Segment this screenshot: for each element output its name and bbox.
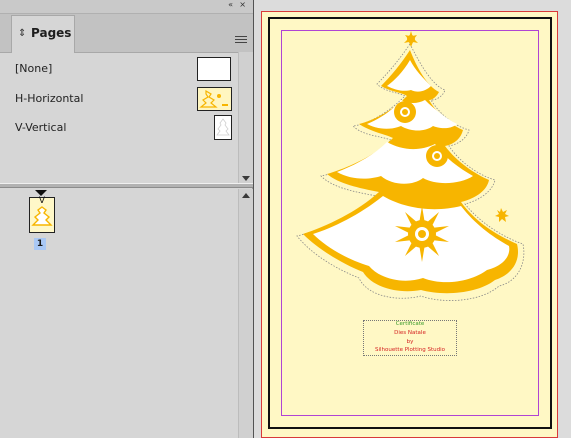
page-number-label[interactable]: 1 [34, 238, 46, 250]
master-thumbnail-none[interactable] [197, 57, 231, 81]
text-line-3: by [406, 339, 414, 345]
star-top-icon [404, 31, 418, 47]
tab-pages-label: Pages [31, 26, 72, 40]
master-thumbnail-horizontal[interactable] [197, 87, 232, 111]
tree-mini-icon [31, 206, 53, 226]
master-thumbnail-vertical[interactable] [214, 115, 232, 140]
master-label-none: [None] [15, 62, 53, 75]
panel-menu-icon[interactable] [235, 36, 247, 45]
christmas-tree-artwork[interactable] [281, 20, 539, 320]
tree-thumbnail-icon [199, 89, 228, 108]
page-thumbnail-1[interactable]: V [29, 196, 55, 233]
panel-section-divider[interactable] [0, 183, 253, 188]
tree-outline-thumbnail-icon [216, 118, 230, 136]
certificate-text-frame[interactable]: Certificate Dies Natale by Silhouette Pl… [363, 320, 457, 356]
star-side-icon [495, 208, 509, 222]
tab-pages[interactable]: ⇕ Pages [11, 15, 75, 53]
masters-scrollbar[interactable] [238, 52, 253, 184]
pages-panel: « × ⇕ Pages [None] H-Horizontal V-Vertic… [0, 0, 253, 438]
close-panel-button[interactable]: × [239, 0, 246, 9]
collapse-panel-button[interactable]: « [228, 0, 233, 9]
master-row-vertical[interactable]: V-Vertical [0, 113, 238, 143]
master-label-vertical: V-Vertical [15, 121, 67, 134]
ornament-upper-icon [394, 101, 416, 123]
expand-collapse-icon: ⇕ [18, 28, 27, 39]
master-row-horizontal[interactable]: H-Horizontal [0, 84, 238, 114]
pages-scrollbar[interactable] [238, 189, 253, 438]
text-line-1: Certificate [395, 321, 425, 327]
master-label-horizontal: H-Horizontal [15, 92, 84, 105]
panel-title-bar: « × [0, 0, 253, 14]
scroll-down-arrow-icon[interactable] [242, 176, 250, 181]
scroll-up-arrow-icon[interactable] [242, 193, 250, 198]
text-line-2: Dies Natale [394, 330, 426, 336]
master-row-none[interactable]: [None] [0, 54, 238, 84]
ornament-middle-icon [426, 145, 448, 167]
text-line-4: Silhouette Plotting Studio [374, 347, 445, 353]
